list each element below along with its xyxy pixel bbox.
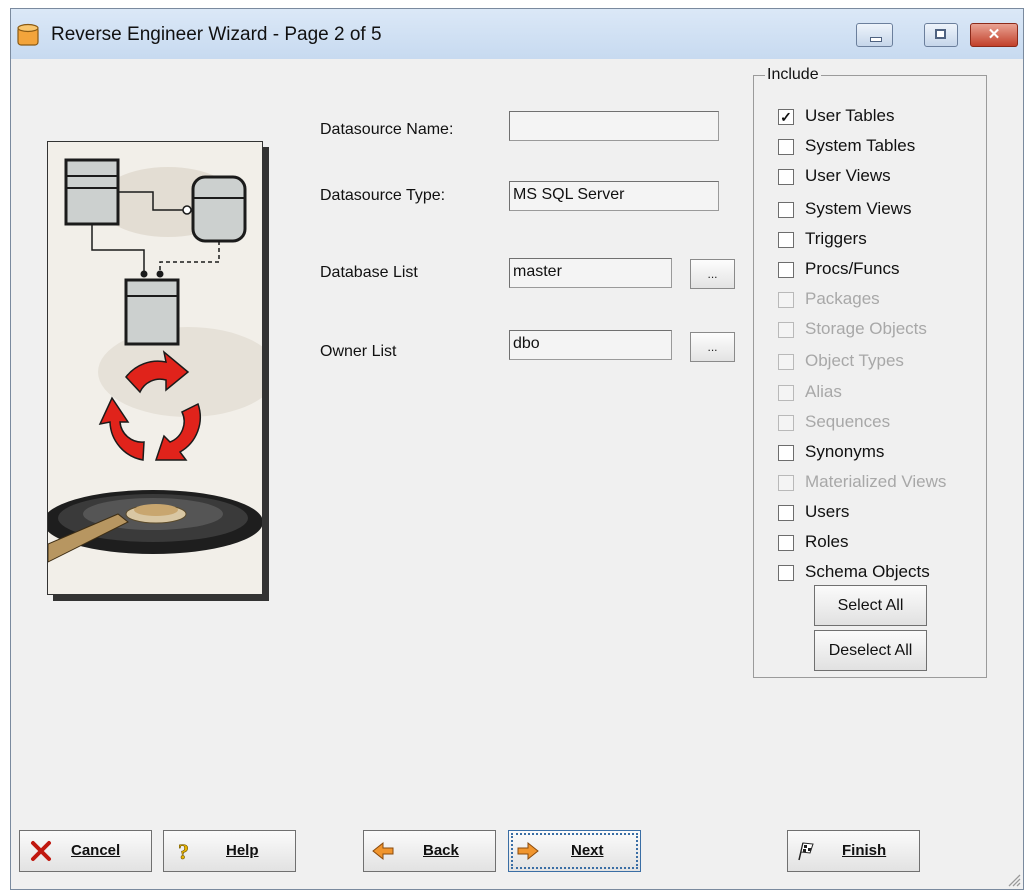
include-checkbox[interactable]	[778, 139, 794, 155]
cancel-label: Cancel	[71, 842, 121, 859]
include-checkbox-label: Roles	[805, 532, 849, 551]
include-checkbox-label: Alias	[805, 382, 842, 401]
include-checkbox-label: Sequences	[805, 412, 891, 431]
include-checkbox[interactable]	[778, 535, 794, 551]
resize-grip-icon[interactable]	[1005, 871, 1021, 887]
include-checkbox[interactable]	[778, 169, 794, 185]
include-checkbox	[778, 354, 794, 370]
include-checkbox-label: Materialized Views	[805, 472, 947, 491]
include-checkbox-label: Schema Objects	[805, 562, 930, 581]
next-button[interactable]: Next	[508, 830, 641, 872]
include-checkbox-label: Users	[805, 502, 850, 521]
database-icon	[17, 23, 39, 46]
cancel-button[interactable]: Cancel	[19, 830, 152, 872]
wizard-window: Reverse Engineer Wizard - Page 2 of 5 ✕	[10, 8, 1024, 890]
cancel-x-icon	[31, 841, 51, 861]
close-button[interactable]: ✕	[970, 23, 1018, 47]
include-checkbox-label: Packages	[805, 289, 880, 308]
finish-button[interactable]: Finish	[787, 830, 920, 872]
datasource-name-field[interactable]	[509, 111, 719, 141]
maximize-button[interactable]	[924, 23, 958, 47]
include-checkbox-label: User Views	[805, 166, 891, 185]
include-checkbox	[778, 292, 794, 308]
help-button[interactable]: ? Help	[163, 830, 296, 872]
include-checkbox-label: User Tables	[805, 106, 895, 125]
include-checkbox-label: System Tables	[805, 136, 916, 155]
database-list-label: Database List	[320, 264, 418, 281]
include-checkbox-label: Storage Objects	[805, 319, 927, 338]
owner-list-browse-button[interactable]: ...	[690, 332, 735, 362]
datasource-name-label: Datasource Name:	[320, 121, 454, 138]
help-label: Help	[226, 842, 259, 859]
include-checkbox[interactable]: ✓	[778, 109, 794, 125]
include-checkbox[interactable]	[778, 565, 794, 581]
database-list-browse-button[interactable]: ...	[690, 259, 735, 289]
checkered-flag-icon	[798, 842, 814, 861]
include-checkbox[interactable]	[778, 202, 794, 218]
back-button[interactable]: Back	[363, 830, 496, 872]
minimize-button[interactable]	[856, 23, 893, 47]
select-all-button[interactable]: Select All	[814, 585, 927, 626]
include-checkbox-label: Synonyms	[805, 442, 885, 461]
next-arrow-icon	[517, 841, 539, 861]
reverse-engineer-illustration	[48, 142, 262, 594]
next-label: Next	[571, 842, 604, 859]
database-list-field[interactable]: master	[509, 258, 672, 288]
include-checkbox	[778, 475, 794, 491]
owner-list-field[interactable]: dbo	[509, 330, 672, 360]
include-checkbox[interactable]	[778, 232, 794, 248]
include-checkbox	[778, 385, 794, 401]
wizard-illustration	[47, 141, 263, 595]
close-icon: ✕	[987, 26, 1001, 43]
title-bar[interactable]: Reverse Engineer Wizard - Page 2 of 5 ✕	[11, 9, 1023, 59]
finish-label: Finish	[842, 842, 887, 859]
include-checkbox-label: Triggers	[805, 229, 867, 248]
include-checkbox-label: Object Types	[805, 351, 904, 370]
datasource-type-label: Datasource Type:	[320, 187, 446, 204]
include-checkbox	[778, 415, 794, 431]
deselect-all-button[interactable]: Deselect All	[814, 630, 927, 671]
include-checkbox-label: System Views	[805, 199, 912, 218]
include-checkbox-label: Procs/Funcs	[805, 259, 900, 278]
include-group-title: Include	[765, 66, 821, 84]
back-arrow-icon	[372, 841, 394, 861]
help-question-icon: ?	[178, 840, 190, 862]
minimize-icon	[870, 37, 882, 42]
window-title: Reverse Engineer Wizard - Page 2 of 5	[51, 24, 382, 45]
maximize-icon	[935, 29, 946, 39]
datasource-type-field[interactable]: MS SQL Server	[509, 181, 719, 211]
include-checkbox[interactable]	[778, 262, 794, 278]
include-checkbox[interactable]	[778, 505, 794, 521]
include-checkbox[interactable]	[778, 445, 794, 461]
include-checkbox	[778, 322, 794, 338]
back-label: Back	[423, 842, 459, 859]
owner-list-label: Owner List	[320, 343, 397, 360]
svg-text:?: ?	[178, 840, 189, 862]
